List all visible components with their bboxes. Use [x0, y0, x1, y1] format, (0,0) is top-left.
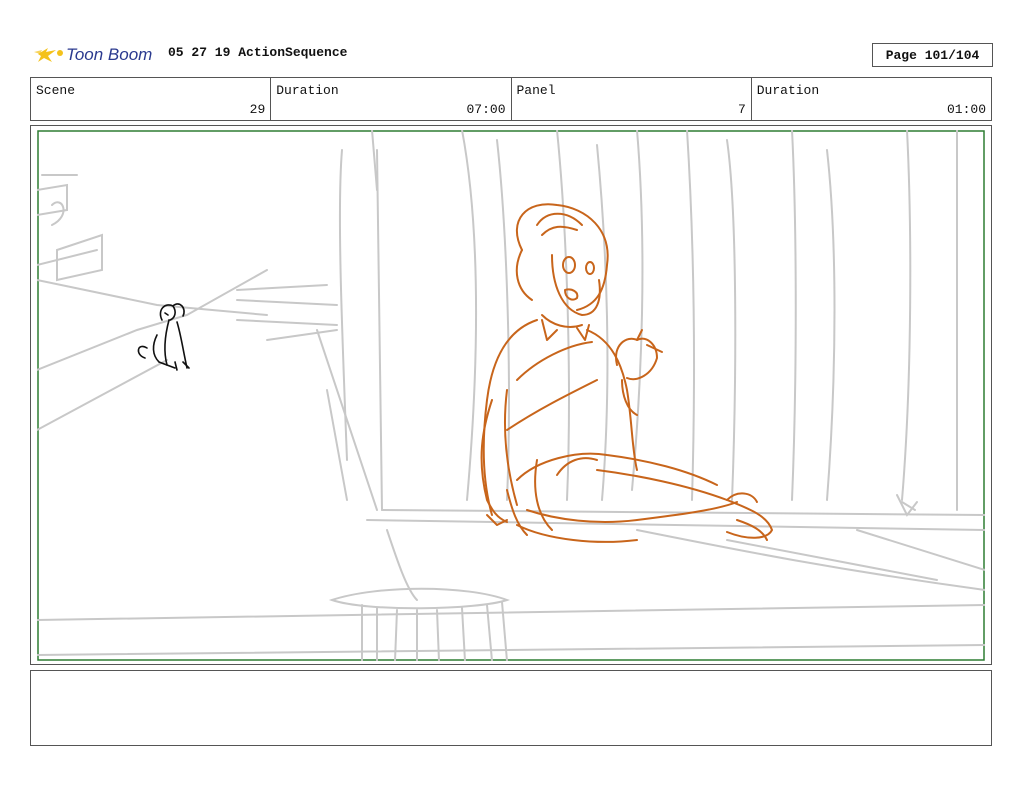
panel-duration-cell: Duration 01:00 — [752, 78, 991, 120]
background-sketch — [37, 130, 985, 661]
panel-duration-value: 01:00 — [946, 102, 986, 117]
scene-label: Scene — [36, 83, 76, 98]
panel-duration-label: Duration — [756, 83, 820, 98]
scene-duration-cell: Duration 07:00 — [271, 78, 512, 120]
panel-info-bar: Scene 29 Duration 07:00 Panel 7 Duration… — [30, 77, 992, 121]
camera-frame — [37, 130, 985, 661]
panel-label: Panel — [516, 83, 556, 98]
girl-character-sketch — [480, 203, 773, 543]
svg-text:Toon Boom: Toon Boom — [66, 45, 152, 64]
scene-duration-label: Duration — [276, 83, 339, 98]
dog-sketch — [137, 303, 190, 371]
document-title: 05 27 19 ActionSequence — [168, 45, 348, 60]
toon-boom-logo-icon: Toon Boom — [34, 45, 152, 64]
page-number: Page 101/104 — [872, 43, 993, 67]
scene-value: 29 — [249, 102, 266, 117]
panel-cell: Panel 7 — [512, 78, 752, 120]
panel-value: 7 — [737, 102, 746, 117]
scene-cell: Scene 29 — [31, 78, 272, 120]
storyboard-sketch — [37, 130, 985, 661]
scene-duration-value: 07:00 — [466, 102, 506, 117]
dialogue-notes-box[interactable] — [30, 670, 992, 746]
